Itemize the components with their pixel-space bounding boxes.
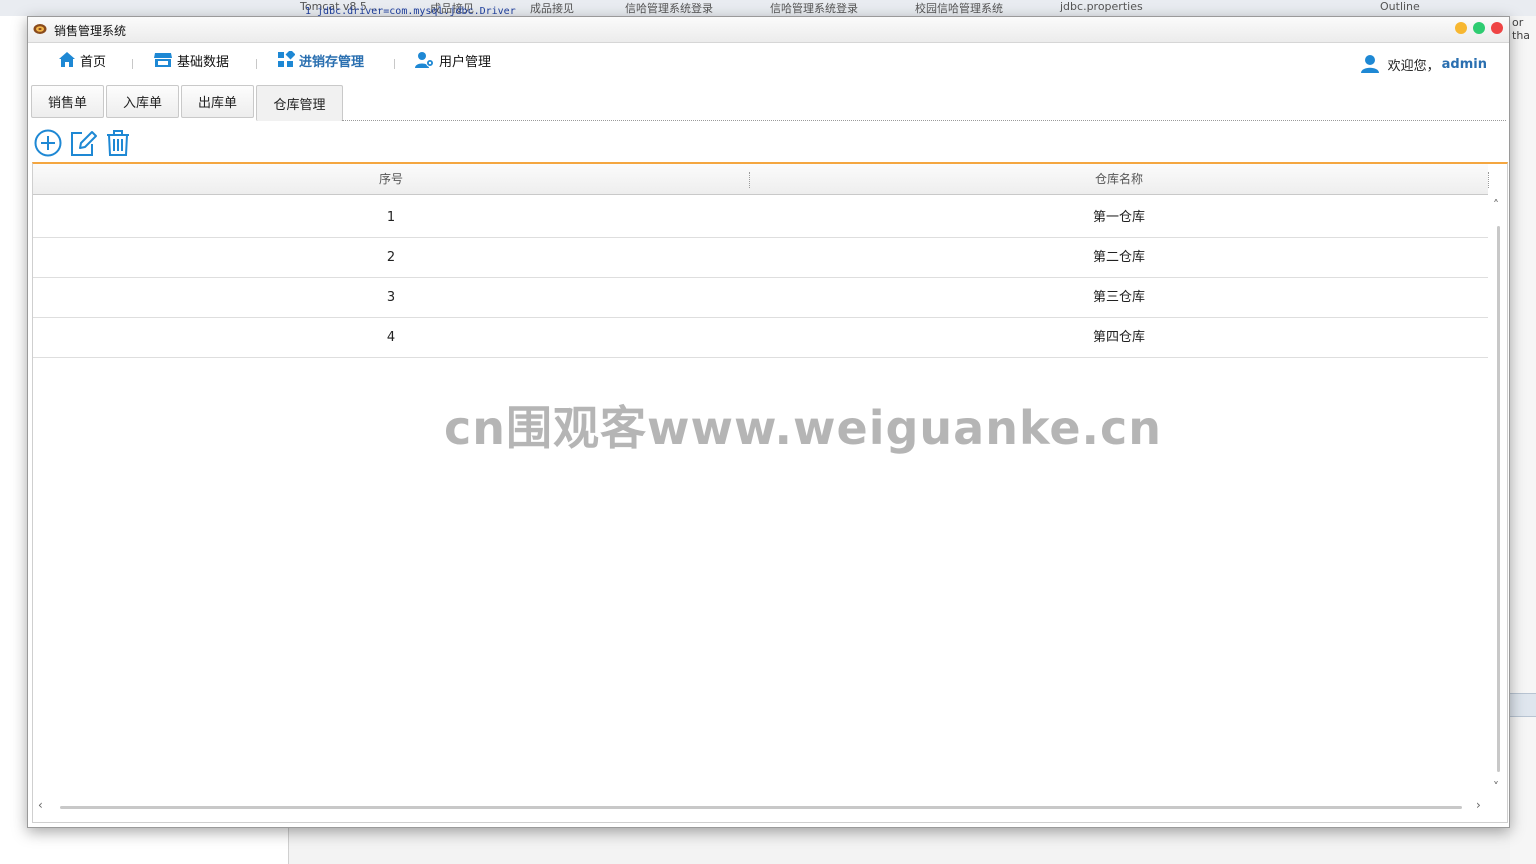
table-row[interactable]: 2 第二仓库 — [33, 238, 1488, 278]
scroll-down-icon[interactable]: ˅ — [1493, 780, 1499, 794]
add-button[interactable] — [33, 128, 63, 158]
table-row[interactable]: 3 第三仓库 — [33, 278, 1488, 318]
bg-tab: 信哈管理系统登录 — [770, 2, 858, 15]
tab-outbound-order[interactable]: 出库单 — [181, 85, 254, 118]
app-logo-icon — [33, 24, 47, 34]
column-header-warehouse-name[interactable]: 仓库名称 — [750, 164, 1488, 194]
scroll-left-icon[interactable]: ‹ — [38, 798, 43, 812]
cell-index: 1 — [386, 210, 396, 225]
cell-warehouse-name: 第一仓库 — [1092, 210, 1145, 225]
close-button[interactable] — [1491, 22, 1503, 34]
app-window: 销售管理系统 首页 基础数据 进销存管理 用户管理 欢迎您， admin 销售单… — [27, 16, 1510, 828]
store-icon — [154, 53, 172, 67]
tab-label: 出库单 — [197, 96, 237, 111]
tab-label: 入库单 — [122, 96, 162, 111]
tab-inbound-order[interactable]: 入库单 — [106, 85, 179, 118]
column-resize-handle[interactable] — [1488, 172, 1489, 188]
user-icon — [1360, 55, 1379, 73]
window-title: 销售管理系统 — [54, 24, 127, 38]
background-right-panel — [1510, 16, 1536, 864]
tab-label: 销售单 — [47, 96, 87, 111]
menu-item-users[interactable]: 用户管理 — [415, 50, 491, 70]
plus-circle-icon — [34, 129, 62, 157]
background-right-text: or tha — [1512, 16, 1531, 42]
cell-index: 3 — [386, 290, 396, 305]
maximize-button[interactable] — [1473, 22, 1485, 34]
bg-outline-title: Outline — [1380, 0, 1420, 13]
table-row[interactable]: 1 第一仓库 — [33, 198, 1488, 238]
background-ide-tabbar: Tomcat v8.5 ... 成品接见 成品接见 信哈管理系统登录 信哈管理系… — [0, 0, 1536, 17]
vertical-scroll-track[interactable] — [1497, 226, 1500, 772]
bg-tab: 校园信哈管理系统 — [915, 2, 1003, 15]
title-bar[interactable]: 销售管理系统 — [28, 17, 1509, 43]
menu-item-label: 基础数据 — [177, 54, 230, 70]
menu-item-label: 用户管理 — [439, 54, 492, 70]
tab-warehouse-management[interactable]: 仓库管理 — [256, 85, 343, 121]
horizontal-scroll-track[interactable] — [60, 806, 1462, 809]
bg-tab: jdbc.properties — [1060, 0, 1143, 13]
menu-item-label: 进销存管理 — [299, 54, 365, 70]
delete-button[interactable] — [103, 128, 133, 158]
user-welcome: 欢迎您， admin — [1360, 54, 1487, 74]
menu-item-home[interactable]: 首页 — [58, 50, 106, 70]
bg-tab: 成品接见 — [530, 2, 574, 15]
cell-index: 4 — [386, 330, 396, 345]
home-icon — [59, 52, 75, 67]
welcome-text: 欢迎您， — [1387, 58, 1440, 74]
menu-item-label: 首页 — [80, 54, 107, 70]
table-header: 序号 仓库名称 — [33, 164, 1489, 195]
trash-icon — [107, 130, 129, 156]
bg-tab: 信哈管理系统登录 — [625, 2, 713, 15]
cell-warehouse-name: 第三仓库 — [1092, 290, 1145, 305]
tab-divider — [342, 120, 1506, 121]
cell-index: 2 — [386, 250, 396, 265]
edit-button[interactable] — [68, 128, 98, 158]
warehouse-table: 序号 仓库名称 1 第一仓库 2 第二仓库 3 第三仓库 4 第四仓库 ˄ ˅ … — [32, 162, 1508, 823]
username: admin — [1441, 56, 1487, 72]
menu-separator — [132, 59, 133, 69]
column-header-index[interactable]: 序号 — [33, 164, 749, 194]
menu-separator — [394, 59, 395, 69]
menu-item-basic-data[interactable]: 基础数据 — [153, 50, 229, 70]
tab-label: 仓库管理 — [273, 98, 326, 113]
scroll-up-icon[interactable]: ˄ — [1493, 198, 1499, 212]
grid-icon — [278, 51, 295, 67]
edit-icon — [71, 131, 97, 156]
tab-sales-order[interactable]: 销售单 — [31, 85, 104, 118]
menu-item-inventory[interactable]: 进销存管理 — [277, 50, 364, 70]
scroll-right-icon[interactable]: › — [1476, 798, 1481, 812]
users-gear-icon — [415, 52, 434, 68]
vertical-scrollbar[interactable]: ˄ ˅ — [1489, 196, 1507, 800]
cell-warehouse-name: 第四仓库 — [1092, 330, 1145, 345]
cell-warehouse-name: 第二仓库 — [1092, 250, 1145, 265]
minimize-button[interactable] — [1455, 22, 1467, 34]
menu-bar: 首页 基础数据 进销存管理 用户管理 欢迎您， admin — [28, 43, 1509, 79]
table-row[interactable]: 4 第四仓库 — [33, 318, 1488, 358]
menu-separator — [256, 59, 257, 69]
horizontal-scrollbar[interactable]: ‹ › — [33, 798, 1507, 820]
